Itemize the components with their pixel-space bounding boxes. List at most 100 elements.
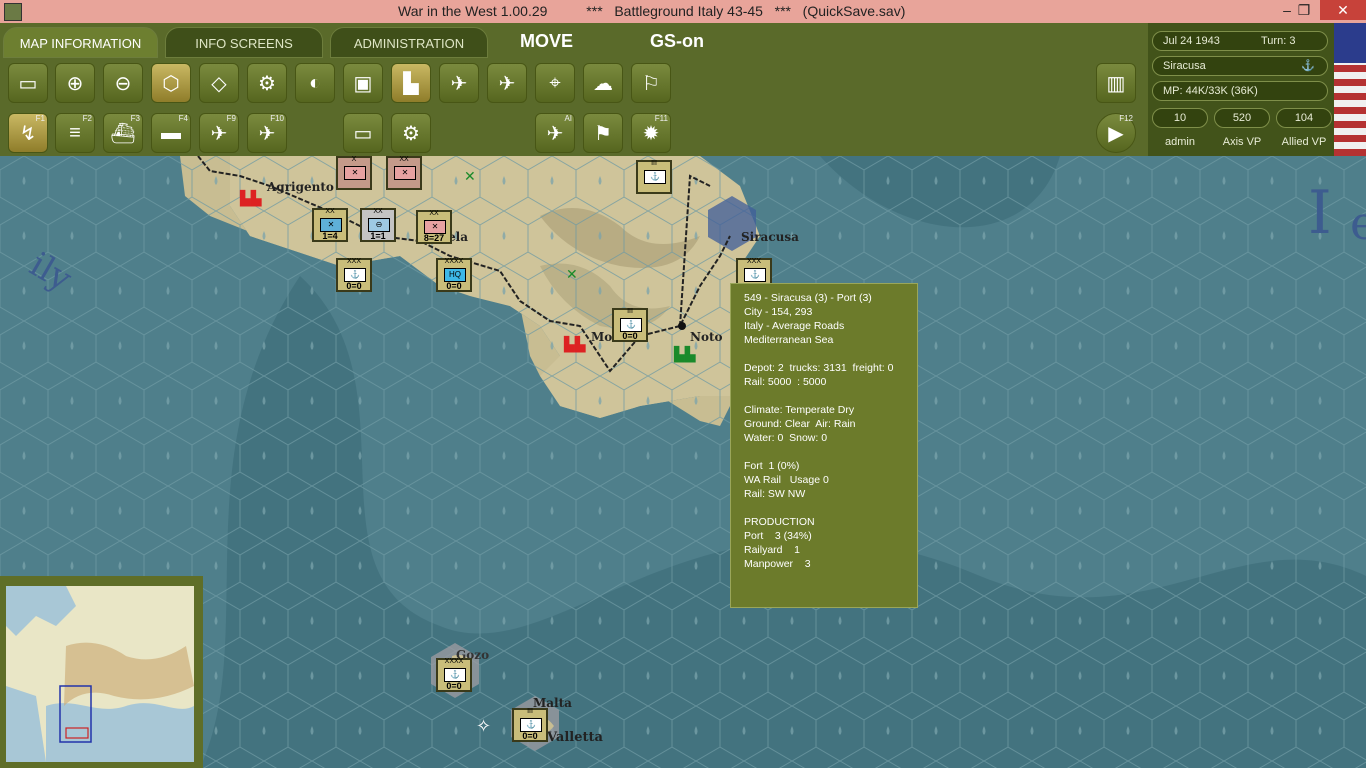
minimap-view[interactable] (6, 586, 194, 762)
frame-button[interactable]: ▭ (343, 113, 383, 153)
turn-counter: Turn: 3 (1261, 35, 1296, 47)
air-target-button[interactable]: ⌖ (535, 63, 575, 103)
info-line: Railyard 1 (744, 544, 801, 556)
flag-icon: ⚐ (642, 72, 660, 95)
hotkey-label: F4 (178, 114, 188, 123)
axis-fort-icon: ▙▙ (564, 336, 586, 352)
info-line: City - 154, 293 (744, 306, 813, 318)
unit-counter[interactable]: XX ✕ (386, 156, 422, 190)
zoom-in-button[interactable]: ⊕ (55, 63, 95, 103)
airborne-icon: ✈ (210, 122, 228, 145)
frame-icon: ▭ (353, 122, 373, 145)
ai-air-button[interactable]: ✈ AI (535, 113, 575, 153)
info-line: Depot: 2 trucks: 3131 freight: 0 (744, 362, 894, 374)
play-icon: ▶ (1108, 122, 1124, 145)
info-line: Rail: 5000 : 5000 (744, 376, 827, 388)
unit-counter[interactable]: XXXX HQ 0=0 (436, 258, 472, 292)
naval-icon: ⛴ (110, 122, 136, 145)
explosion-button[interactable]: ✹ F11 (631, 113, 671, 153)
admin-points: 10 (1152, 108, 1208, 128)
tab-info-screens[interactable]: INFO SCREENS (165, 27, 323, 58)
noto-town-dot (678, 322, 686, 330)
path-button[interactable]: ↯ F1 (8, 113, 48, 153)
unit-counter[interactable]: III ⚓ (636, 160, 672, 194)
supply-icon: ▣ (353, 72, 373, 95)
end-turn-button[interactable]: ▶ F12 (1096, 113, 1136, 153)
flag-button[interactable]: ⚐ (631, 63, 671, 103)
tab-map-information[interactable]: MAP INFORMATION (3, 27, 158, 58)
frame-gear-button[interactable]: ⚙ (391, 113, 431, 153)
flag-move-button[interactable]: ⚑ (583, 113, 623, 153)
unit-counter[interactable]: XX ✕ 1=4 (312, 208, 348, 242)
flag-move-icon: ⚑ (594, 122, 612, 145)
move-mode-label[interactable]: MOVE (520, 31, 573, 52)
hotkey-label: F12 (1119, 114, 1133, 123)
path-icon: ↯ (19, 122, 37, 145)
zoom-out-button[interactable]: ⊖ (103, 63, 143, 103)
naval-button[interactable]: ⛴ F3 (103, 113, 143, 153)
air-button[interactable]: ✈ F10 (247, 113, 287, 153)
unit-counter[interactable]: X ✕ (336, 156, 372, 190)
hotkey-label: F11 (654, 114, 668, 123)
unit-counter[interactable]: XXXX ⚓ 0=0 (436, 658, 472, 692)
explosion-icon: ✹ (642, 122, 660, 145)
unit-counter-button[interactable]: ◐ (295, 63, 335, 103)
stats-button[interactable]: ▥ (1096, 63, 1136, 103)
allied-flag (1334, 23, 1366, 156)
location-display[interactable]: Siracusa ⚓ (1152, 56, 1328, 76)
zoom-in-icon: ⊕ (66, 72, 84, 95)
admin-label: admin (1165, 136, 1195, 148)
axis-fort-icon: ▙▙ (240, 190, 262, 206)
hex-grid-button[interactable]: ⬡ (151, 63, 191, 103)
minimap-canvas (6, 586, 194, 762)
game-map[interactable]: Agrigento ela Siracusa Noto Mo Gozo Malt… (0, 156, 1366, 768)
weather-button[interactable]: ☁ (583, 63, 623, 103)
axis-vp-label: Axis VP (1222, 136, 1262, 148)
info-line: 549 - Siracusa (3) - Port (3) (744, 292, 872, 304)
unit-counter[interactable]: III ⚓ 0=0 (512, 708, 548, 742)
mp-display: MP: 44K/33K (36K) (1152, 81, 1328, 101)
ship-button[interactable]: ▬ F4 (151, 113, 191, 153)
air-strength-button[interactable]: ✈ (439, 63, 479, 103)
industry-button[interactable]: ▙ (391, 63, 431, 103)
hex-grid-icon: ⬡ (162, 72, 180, 95)
info-line: Climate: Temperate Dry (744, 404, 855, 416)
air-target-icon: ⌖ (549, 71, 561, 94)
map-label-agrigento: Agrigento (267, 180, 334, 194)
axis-vp: 520 (1214, 108, 1270, 128)
anchor-icon: ⚓ (1301, 60, 1315, 72)
date-turn-display: Jul 24 1943 Turn: 3 (1152, 31, 1328, 51)
ship-icon: ▬ (161, 121, 181, 144)
info-line: Port 3 (34%) (744, 530, 812, 542)
layers-button[interactable]: ▭ (8, 63, 48, 103)
hotkey-label: F9 (226, 114, 236, 123)
settings-button[interactable]: ⚙ (247, 63, 287, 103)
hotkey-label: F1 (35, 114, 45, 123)
unit-counter[interactable]: XXX ⚓ 0=0 (336, 258, 372, 292)
unit-counter-icon: ◐ (308, 71, 322, 94)
airfield-icon: ✕ (464, 168, 476, 184)
allied-vp-label: Allied VP (1281, 136, 1327, 148)
terrain-icon: ◇ (211, 72, 227, 95)
minimap[interactable] (0, 576, 203, 768)
maximize-button[interactable]: ❐ (1290, 0, 1318, 20)
map-label-valletta: Valletta (547, 730, 603, 745)
map-label-noto: Noto (690, 330, 723, 344)
rail-button[interactable]: ≡ F2 (55, 113, 95, 153)
info-line: Manpower 3 (744, 558, 811, 570)
airborne-button[interactable]: ✈ F9 (199, 113, 239, 153)
close-button[interactable]: ✕ (1320, 0, 1366, 20)
app-icon (4, 3, 22, 21)
map-label-modica: Mo (591, 330, 613, 344)
map-label-siracusa: Siracusa (741, 230, 799, 244)
supply-button[interactable]: ▣ (343, 63, 383, 103)
gs-mode-label[interactable]: GS-on (650, 31, 704, 52)
unit-counter[interactable]: III ⚓ 0=0 (612, 308, 648, 342)
unit-counter[interactable]: XX ⊖ 1=1 (360, 208, 396, 242)
unit-counter[interactable]: XX ✕ 8=27 (416, 210, 452, 244)
map-label-ionian-2: e (1350, 196, 1366, 250)
target-icon: ✧ (476, 716, 492, 736)
tab-administration[interactable]: ADMINISTRATION (330, 27, 488, 58)
air-mission-button[interactable]: ✈ (487, 63, 527, 103)
terrain-button[interactable]: ◇ (199, 63, 239, 103)
